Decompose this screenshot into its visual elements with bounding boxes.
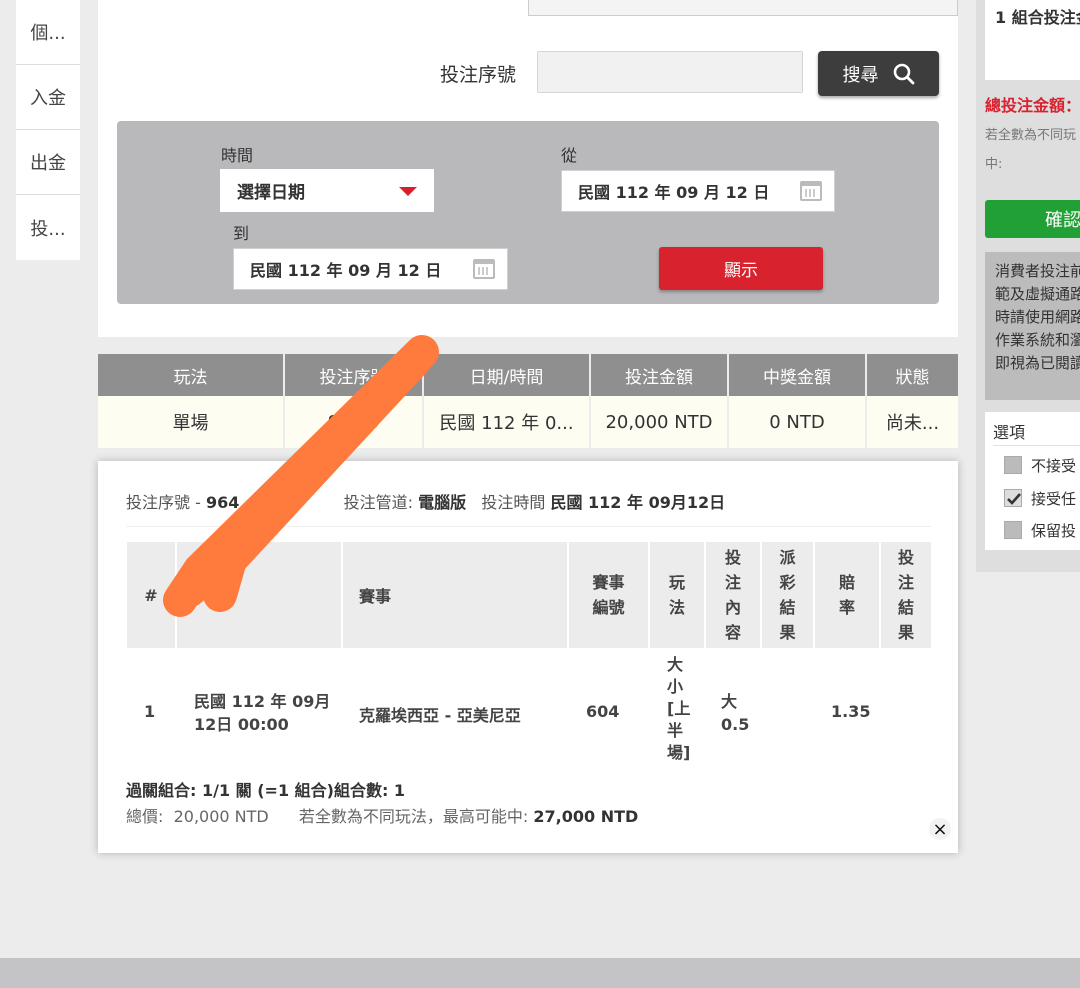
col-header-status: 狀態 (867, 354, 958, 396)
search-button[interactable]: 搜尋 (818, 51, 939, 96)
total-value: 20,000 NTD (173, 807, 269, 826)
options-title: 選項 (993, 423, 1026, 442)
calendar-icon[interactable] (800, 181, 822, 201)
detail-col-play: 玩法 (650, 542, 704, 648)
show-button[interactable]: 顯示 (659, 247, 823, 290)
detail-col-payout: 派彩結果 (762, 542, 813, 648)
dropdown-arrow-icon (399, 187, 417, 196)
to-date-field[interactable]: 民國 112 年 09 月 12 日 (233, 248, 508, 290)
detail-row-datetime: 民國 112 年 09月 12日 00:00 (194, 692, 331, 734)
combo-bet-amount-label: 1 組合投注金 (995, 8, 1080, 27)
option-label-accept: 接受任 (1031, 490, 1077, 508)
detail-time-label: 投注時間 (481, 493, 546, 512)
options-box: 選項 不接受 接受任 保留投 (985, 412, 1080, 550)
detail-col-content: 投注內容 (706, 542, 760, 648)
detail-row-play: 大小[上半場] (667, 655, 691, 762)
from-date-value: 民國 112 年 09 月 12 日 (578, 183, 770, 202)
cell-status[interactable]: 尚未... (867, 396, 958, 448)
notice-box: 消費者投注前 範及虛擬通路 時請使用網路 作業系統和瀏 即視為已閱讀 (985, 252, 1080, 400)
detail-row-event: 克羅埃西亞 - 亞美尼亞 (359, 706, 521, 725)
note-line-1: 若全數為不同玩 (985, 128, 1077, 143)
detail-row-content: 大 0.5 (721, 692, 750, 734)
check-icon (1007, 493, 1021, 505)
option-checkbox-accept[interactable] (1004, 489, 1022, 507)
detail-row-num: 1 (144, 702, 156, 721)
from-date-field[interactable]: 民國 112 年 09 月 12 日 (561, 170, 835, 212)
col-header-amount: 投注金額 (591, 354, 727, 396)
top-field[interactable] (528, 0, 958, 16)
detail-col-event-no: 賽事編號 (569, 542, 648, 648)
nav-item-bet[interactable]: 投... (16, 195, 80, 260)
max-value: 27,000 NTD (533, 807, 639, 826)
nav-item-withdraw[interactable]: 出金 (16, 130, 80, 195)
nav-item-personal[interactable]: 個... (16, 0, 80, 65)
detail-col-odds: 賠率 (815, 542, 879, 648)
from-label: 從 (561, 146, 578, 165)
option-checkbox-reject[interactable] (1004, 456, 1022, 474)
cell-amount[interactable]: 20,000 NTD (591, 396, 727, 448)
detail-row-odds: 1.35 (831, 702, 871, 721)
serial-input[interactable] (537, 51, 803, 93)
detail-time-value: 民國 112 年 09月12日 (550, 493, 726, 512)
total-line: 總價: 20,000 NTD 若全數為不同玩法，最高可能中: 27,000 NT… (126, 807, 639, 826)
nav-item-deposit[interactable]: 入金 (16, 65, 80, 130)
combo-summary: 過關組合: 1/1 關 (=1 組合)組合數: 1 (126, 781, 406, 800)
bottom-bar (0, 958, 1080, 988)
search-button-label: 搜尋 (842, 64, 879, 86)
total-bet-label: 總投注金額： (985, 96, 1080, 115)
time-label: 時間 (221, 146, 254, 165)
option-checkbox-keep[interactable] (1004, 521, 1022, 539)
to-date-value: 民國 112 年 09 月 12 日 (250, 261, 442, 280)
confirm-button[interactable]: 確認 (985, 200, 1080, 238)
close-icon[interactable]: × (929, 818, 951, 840)
option-label-keep: 保留投 (1031, 522, 1077, 540)
col-header-prize: 中獎金額 (729, 354, 865, 396)
option-label-reject: 不接受 (1031, 457, 1077, 475)
redaction-scribble (163, 335, 439, 617)
to-label: 到 (233, 224, 250, 243)
detail-col-result: 投注結果 (881, 542, 931, 648)
date-select-value: 選擇日期 (237, 183, 305, 203)
date-select[interactable]: 選擇日期 (220, 169, 434, 212)
left-nav: 個... 入金 出金 投... (16, 0, 80, 260)
note-line-2: 中: (985, 157, 1003, 172)
detail-row-event-no: 604 (586, 702, 620, 721)
cell-prize[interactable]: 0 NTD (729, 396, 865, 448)
serial-label: 投注序號 (440, 64, 517, 86)
calendar-icon[interactable] (473, 259, 495, 279)
search-icon (893, 63, 914, 84)
max-label: 若全數為不同玩法，最高可能中: (298, 807, 529, 826)
